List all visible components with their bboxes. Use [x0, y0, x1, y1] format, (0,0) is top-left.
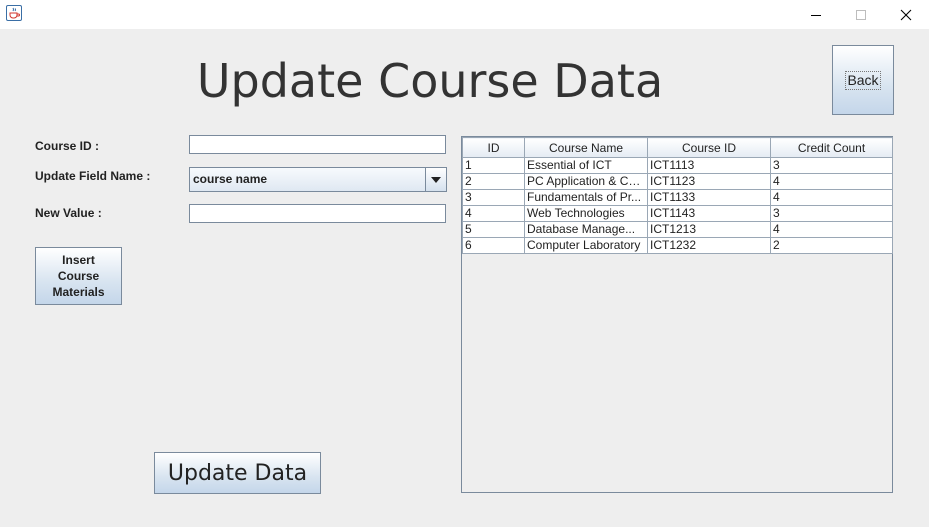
table-cell: ICT1133: [647, 189, 771, 206]
back-button-label: Back: [845, 70, 881, 90]
maximize-button[interactable]: [838, 0, 884, 29]
course-id-input[interactable]: [189, 135, 446, 154]
column-header[interactable]: Course ID: [647, 137, 771, 158]
chevron-down-icon: [431, 176, 441, 183]
table-cell: PC Application & Co...: [524, 173, 648, 190]
table-header-row: ID Course Name Course ID Credit Count: [462, 137, 893, 158]
table-row[interactable]: 2 PC Application & Co... ICT1123 4: [462, 173, 893, 190]
table-row[interactable]: 3 Fundamentals of Pr... ICT1133 4: [462, 189, 893, 206]
course-id-label: Course ID :: [35, 139, 100, 153]
update-field-select[interactable]: course name: [189, 167, 447, 192]
table-cell: 2: [770, 237, 893, 254]
table-cell: 5: [462, 221, 525, 238]
table-cell: Web Technologies: [524, 205, 648, 222]
course-table[interactable]: ID Course Name Course ID Credit Count 1 …: [461, 136, 893, 493]
update-data-label: Update Data: [167, 460, 308, 486]
table-row[interactable]: 4 Web Technologies ICT1143 3: [462, 205, 893, 222]
table-cell: 4: [770, 173, 893, 190]
table-cell: Computer Laboratory: [524, 237, 648, 254]
table-row[interactable]: 5 Database Manage... ICT1213 4: [462, 221, 893, 238]
update-data-button[interactable]: Update Data: [154, 452, 321, 494]
insert-course-materials-label: Insert Course Materials: [52, 253, 105, 299]
table-cell: 3: [462, 189, 525, 206]
back-button[interactable]: Back: [832, 45, 894, 115]
table-cell: 3: [770, 157, 893, 174]
table-cell: 3: [770, 205, 893, 222]
table-cell: 2: [462, 173, 525, 190]
table-row[interactable]: 1 Essential of ICT ICT1113 3: [462, 157, 893, 174]
update-field-label: Update Field Name :: [35, 169, 151, 183]
table-cell: 4: [770, 221, 893, 238]
table-cell: ICT1232: [647, 237, 771, 254]
insert-course-materials-button[interactable]: Insert Course Materials: [35, 247, 122, 305]
table-cell: Essential of ICT: [524, 157, 648, 174]
update-field-selected-value: course name: [193, 172, 268, 186]
title-bar: [0, 0, 929, 29]
java-cup-icon: [6, 5, 22, 21]
table-cell: 6: [462, 237, 525, 254]
table-cell: ICT1213: [647, 221, 771, 238]
new-value-input[interactable]: [189, 204, 446, 223]
main-panel: Update Course Data Back Course ID : Upda…: [0, 29, 929, 527]
table-cell: 1: [462, 157, 525, 174]
column-header[interactable]: Course Name: [524, 137, 648, 158]
minimize-icon: [811, 14, 821, 16]
table-cell: Database Manage...: [524, 221, 648, 238]
table-cell: ICT1143: [647, 205, 771, 222]
table-row[interactable]: 6 Computer Laboratory ICT1232 2: [462, 237, 893, 254]
close-button[interactable]: [883, 0, 929, 29]
column-header[interactable]: ID: [462, 137, 525, 158]
page-title: Update Course Data: [196, 54, 664, 108]
close-icon: [900, 9, 912, 20]
table-cell: ICT1123: [647, 173, 771, 190]
maximize-icon: [856, 9, 866, 20]
minimize-button[interactable]: [793, 0, 839, 29]
table-cell: 4: [770, 189, 893, 206]
table-cell: 4: [462, 205, 525, 222]
dropdown-arrow-button[interactable]: [425, 168, 446, 191]
column-header[interactable]: Credit Count: [770, 137, 893, 158]
table-cell: Fundamentals of Pr...: [524, 189, 648, 206]
table-cell: ICT1113: [647, 157, 771, 174]
new-value-label: New Value :: [35, 206, 102, 220]
